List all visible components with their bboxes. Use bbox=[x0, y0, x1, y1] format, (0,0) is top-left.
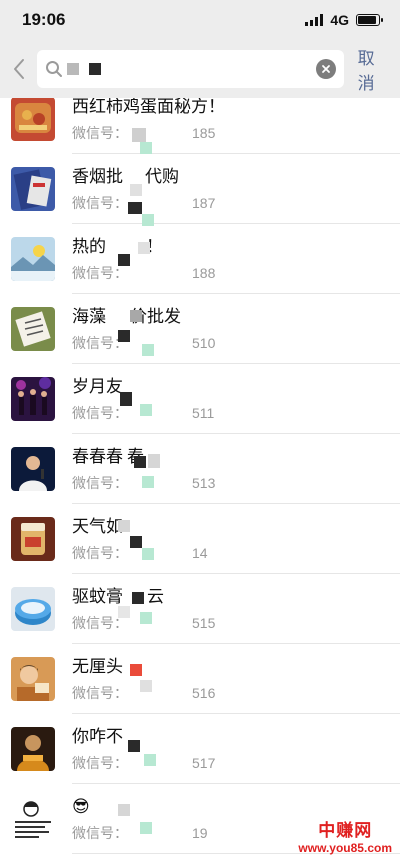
close-icon bbox=[321, 65, 330, 73]
result-name: 天气如 bbox=[72, 517, 123, 536]
battery-icon bbox=[356, 14, 383, 26]
signal-icon bbox=[305, 14, 324, 26]
clear-button[interactable] bbox=[315, 59, 336, 79]
result-wechat-id: 微信号： 187 bbox=[72, 195, 216, 211]
list-item[interactable]: 春春春春 微信号：513 bbox=[0, 434, 400, 504]
list-item[interactable]: 驱蚊膏云 微信号： 515 bbox=[0, 574, 400, 644]
list-item[interactable]: 热的！ 微信号： 188 bbox=[0, 224, 400, 294]
cancel-button[interactable]: 取消 bbox=[358, 44, 390, 94]
avatar bbox=[11, 727, 55, 771]
avatar bbox=[11, 587, 55, 631]
avatar bbox=[11, 797, 55, 841]
search-bar: 取消 bbox=[0, 40, 400, 98]
watermark: 中赚网 www.you85.com bbox=[298, 816, 392, 855]
result-name: 你咋不 bbox=[72, 727, 123, 746]
avatar bbox=[11, 237, 55, 281]
result-name: 😎 bbox=[72, 797, 90, 816]
result-wechat-id: 微信号： 185 bbox=[72, 125, 216, 141]
status-time: 19:06 bbox=[22, 10, 66, 29]
status-indicators: 4G bbox=[305, 12, 383, 28]
avatar bbox=[11, 447, 55, 491]
watermark-title: 中赚网 bbox=[318, 821, 373, 840]
chevron-left-icon bbox=[14, 59, 25, 79]
search-query-mosaic bbox=[66, 63, 101, 75]
search-input[interactable] bbox=[108, 54, 316, 84]
avatar bbox=[11, 657, 55, 701]
list-item[interactable]: 香烟批 代购 微信号： 187 bbox=[0, 154, 400, 224]
result-name: 香烟批 代购 bbox=[72, 167, 179, 186]
list-item[interactable]: 天气如 微信号： 14 bbox=[0, 504, 400, 574]
avatar bbox=[11, 377, 55, 421]
status-bar: 19:06 4G bbox=[0, 0, 400, 40]
list-item[interactable]: 西红柿鸡蛋面秘方！ 微信号： 185 bbox=[0, 98, 400, 154]
result-name: 无厘头 bbox=[72, 657, 123, 676]
result-name: 岁月友 bbox=[72, 377, 123, 396]
avatar bbox=[11, 517, 55, 561]
list-item[interactable]: 海藻 价批发 微信号： 510 bbox=[0, 294, 400, 364]
watermark-url: www.you85.com bbox=[298, 841, 392, 855]
result-name: 海藻 价批发 bbox=[72, 307, 181, 326]
list-item[interactable]: 你咋不 微信号： 517 bbox=[0, 714, 400, 784]
search-icon bbox=[45, 61, 62, 77]
avatar bbox=[11, 167, 55, 211]
list-item[interactable]: 无厘头 微信号： 516 bbox=[0, 644, 400, 714]
list-item[interactable]: 岁月友 微信号： 511 bbox=[0, 364, 400, 434]
search-results-list[interactable]: 西红柿鸡蛋面秘方！ 微信号： 185 香烟批 代购 微信号： 187 热的！ 微信号：… bbox=[0, 98, 400, 861]
result-wechat-id: 微信号： 188 bbox=[72, 265, 216, 281]
avatar bbox=[11, 307, 55, 351]
result-name: 西红柿鸡蛋面秘方！ bbox=[72, 98, 225, 116]
search-box[interactable] bbox=[36, 50, 344, 88]
back-button[interactable] bbox=[6, 49, 33, 89]
network-type: 4G bbox=[330, 12, 349, 28]
avatar bbox=[11, 98, 55, 141]
